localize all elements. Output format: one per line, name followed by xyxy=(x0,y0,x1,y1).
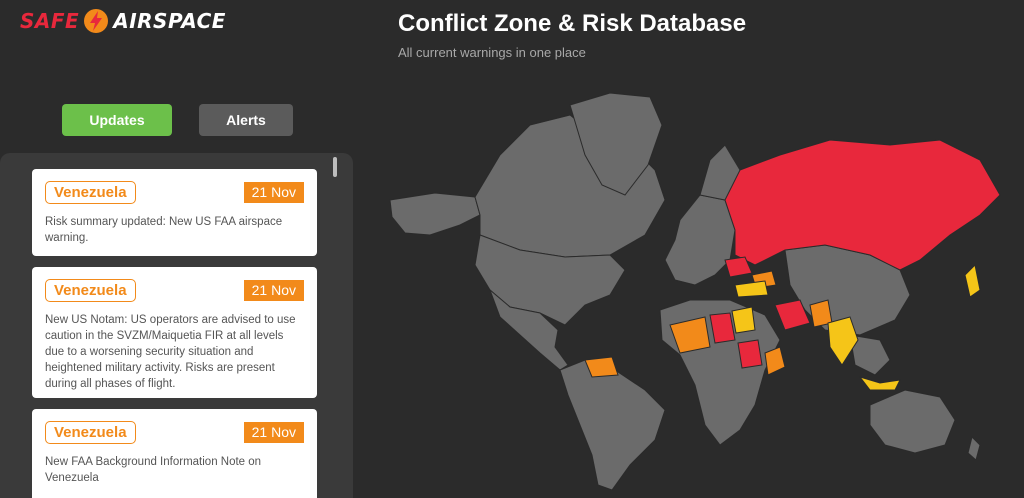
page-title: Conflict Zone & Risk Database xyxy=(398,10,747,37)
update-text: New FAA Background Information Note on V… xyxy=(45,456,262,484)
date-badge: 21 Nov xyxy=(243,280,304,301)
region-japan xyxy=(964,263,981,298)
date-badge: 21 Nov xyxy=(243,422,304,443)
region-libya xyxy=(709,312,736,344)
lightning-bolt-icon xyxy=(84,9,109,33)
country-badge[interactable]: Venezuela xyxy=(45,421,136,444)
tab-updates[interactable]: Updates xyxy=(62,104,172,136)
region-new-zealand xyxy=(967,436,981,461)
page-subtitle: All current warnings in one place xyxy=(398,45,586,60)
update-text: New US Notam: US operators are advised t… xyxy=(45,314,296,390)
update-card[interactable]: Venezuela 21 Nov New FAA Background Info… xyxy=(32,409,317,498)
region-australia xyxy=(869,389,956,454)
logo-text-safe: SAFE xyxy=(20,9,80,33)
region-turkey xyxy=(734,280,769,298)
date-badge: 21 Nov xyxy=(243,182,304,203)
updates-feed[interactable]: Venezuela 21 Nov Risk summary updated: N… xyxy=(0,153,353,498)
tab-alerts[interactable]: Alerts xyxy=(199,104,293,136)
region-egypt xyxy=(731,306,756,334)
region-alaska xyxy=(389,192,481,236)
region-south-america xyxy=(559,359,666,491)
update-card[interactable]: Venezuela 21 Nov New US Notam: US operat… xyxy=(32,267,317,398)
country-badge[interactable]: Venezuela xyxy=(45,181,136,204)
region-russia xyxy=(724,139,1001,271)
logo-text-airspace: AIRSPACE xyxy=(113,9,226,33)
country-badge[interactable]: Venezuela xyxy=(45,279,136,302)
region-europe xyxy=(664,194,736,286)
world-risk-map[interactable] xyxy=(380,85,1020,493)
region-sudan xyxy=(737,339,763,369)
region-indonesia xyxy=(858,376,901,391)
feed-scrollbar[interactable] xyxy=(333,157,337,177)
safe-airspace-logo[interactable]: SAFE AIRSPACE xyxy=(20,8,226,34)
update-card[interactable]: Venezuela 21 Nov Risk summary updated: N… xyxy=(32,169,317,256)
update-text: Risk summary updated: New US FAA airspac… xyxy=(45,216,283,244)
